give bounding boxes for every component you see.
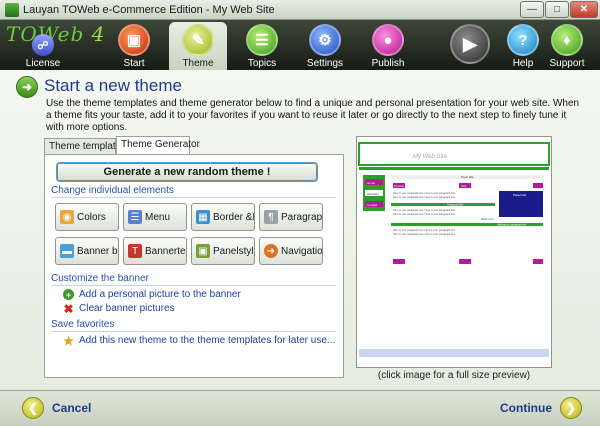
add-to-favorites-link[interactable]: ★ Add this new theme to the theme templat… — [63, 333, 335, 348]
maximize-icon: □ — [553, 4, 561, 15]
play-icon: ▶ — [450, 24, 490, 64]
start-icon: ▣ — [118, 24, 150, 56]
intro-text: Use the theme templates and theme genera… — [46, 98, 580, 133]
toolbar-license[interactable]: ☍ License — [14, 22, 72, 70]
toolbar-theme[interactable]: ✎ Theme — [169, 22, 227, 70]
app-window: Lauyan TOWeb e-Commerce Edition - My Web… — [0, 0, 600, 426]
navigation-bar-button[interactable]: ➜Navigationbar — [259, 237, 323, 265]
banner-text-button[interactable]: TBannertext — [123, 237, 187, 265]
maximize-button[interactable]: □ — [545, 1, 569, 18]
paintbrush-icon: ✎ — [182, 24, 214, 56]
section-save-favorites: Save favorites — [51, 319, 336, 332]
publish-icon: ● — [372, 24, 404, 56]
toolbar-play[interactable]: ▶ — [441, 22, 499, 70]
colors-button[interactable]: ◉ Colors — [55, 203, 119, 231]
menu-icon: ☰ — [128, 210, 142, 224]
preview-text-line-3: Here is your paragraph text. Here is you… — [393, 213, 456, 216]
preview-prev: Previous — [394, 185, 404, 188]
tab-theme-templates[interactable]: Theme templates — [44, 138, 126, 154]
preview-thumbnail: My Web Site Home Services Contact Topic … — [357, 137, 551, 367]
support-icon: ♦ — [551, 24, 583, 56]
preview-highlight-title: Highlighted paragraph title — [497, 224, 527, 227]
preview-text-line-2: Here is your paragraph text. Here is you… — [393, 209, 456, 212]
clear-banner-pictures-link[interactable]: ✖ Clear banner pictures — [63, 301, 174, 316]
banner-background-button[interactable]: ▬Banner background — [55, 237, 119, 265]
app-icon — [5, 3, 19, 17]
continue-button[interactable]: Continue ❯ — [500, 395, 582, 421]
title-bar: Lauyan TOWeb e-Commerce Edition - My Web… — [0, 0, 600, 20]
star-icon: ★ — [63, 333, 74, 348]
preview-caption: (click image for a full size preview) — [377, 370, 531, 381]
preview-menu-item-1: Services — [367, 192, 379, 196]
preview-next: Next — [461, 185, 466, 188]
delete-icon: ✖ — [63, 301, 74, 316]
menu-button[interactable]: ☰ Menu — [123, 203, 187, 231]
topics-icon: ☰ — [246, 24, 278, 56]
banner-icon: ▬ — [60, 244, 74, 258]
preview-text-line-1: Here is your paragraph text. Here is you… — [393, 196, 456, 199]
arrow-right-icon: ➜ — [16, 76, 38, 98]
cancel-button[interactable]: ❮ Cancel — [22, 395, 91, 421]
shield-icon: ☍ — [32, 34, 54, 56]
preview-site-title: My Web Site — [413, 154, 448, 160]
palette-icon: ◉ — [60, 210, 74, 224]
paragraph-style-button[interactable]: ¶Paragraphstyle — [259, 203, 323, 231]
preview-panel-title: Panel title — [513, 193, 527, 197]
text-icon: T — [128, 244, 142, 258]
add-banner-picture-link[interactable]: + Add a personal picture to the banner — [63, 289, 241, 300]
toolbar-support[interactable]: ♦ Support — [538, 22, 596, 70]
preview-para-title: Paragraph title — [447, 204, 464, 207]
preview-topic-title: Topic title — [461, 175, 474, 179]
preview-text-line-0: Here is your paragraph text. Here is you… — [393, 192, 456, 195]
add-icon: + — [63, 289, 74, 300]
layout-icon: ▦ — [196, 210, 210, 224]
help-icon: ? — [507, 24, 539, 56]
window-title: Lauyan TOWeb e-Commerce Edition - My Web… — [23, 4, 275, 16]
tab-theme-generator[interactable]: Theme Generator — [116, 136, 200, 154]
main-content: ➜ Start a new theme Use the theme templa… — [0, 70, 600, 390]
bottom-navigation: ❮ Cancel Continue ❯ — [0, 390, 600, 426]
toolbar-settings[interactable]: ⚙ Settings — [296, 22, 354, 70]
preview-menu-item-2: Contact — [367, 203, 378, 207]
preview-read-more: Read more... — [481, 218, 496, 221]
toolbar-publish[interactable]: ● Publish — [359, 22, 417, 70]
arrow-left-icon: ❮ — [22, 397, 44, 419]
minimize-button[interactable]: — — [520, 1, 544, 18]
main-toolbar: TOWeb 4 ☍ License ▣ Start ✎ Theme ☰ Topi… — [0, 20, 600, 70]
close-button[interactable]: ✕ — [570, 1, 598, 18]
theme-generator-panel: Generate a new random theme ! Change ind… — [44, 154, 344, 378]
section-change-elements: Change individual elements — [51, 185, 336, 198]
preview-text-line-5: Here is your paragraph text. Here is you… — [393, 233, 456, 236]
generate-random-theme-button[interactable]: Generate a new random theme ! — [57, 163, 317, 181]
theme-preview-image[interactable]: My Web Site Home Services Contact Topic … — [356, 136, 552, 368]
paragraph-icon: ¶ — [264, 210, 278, 224]
toolbar-topics[interactable]: ☰ Topics — [233, 22, 291, 70]
panel-icon: ▣ — [196, 244, 210, 258]
toolbar-start[interactable]: ▣ Start — [105, 22, 163, 70]
arrow-right-icon: ❯ — [560, 397, 582, 419]
preview-text-line-4: Here is your paragraph text. Here is you… — [393, 229, 456, 232]
settings-icon: ⚙ — [309, 24, 341, 56]
border-layout-button[interactable]: ▦Border &Layout — [191, 203, 255, 231]
page-title: Start a new theme — [44, 76, 182, 95]
preview-menu-item-0: Home — [367, 181, 375, 185]
panel-style-button[interactable]: ▣ Panelstyle — [191, 237, 255, 265]
minimize-icon: — — [527, 4, 537, 15]
navigation-icon: ➜ — [264, 244, 278, 258]
close-icon: ✕ — [579, 4, 589, 15]
section-customize-banner: Customize the banner — [51, 273, 336, 286]
